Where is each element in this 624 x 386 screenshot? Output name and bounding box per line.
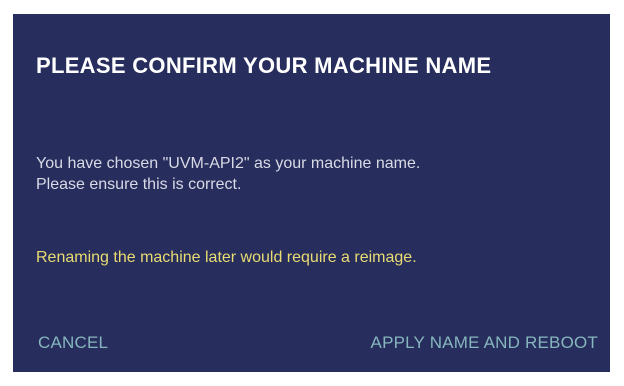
confirm-machine-name-dialog: PLEASE CONFIRM YOUR MACHINE NAME You hav…	[13, 14, 610, 372]
dialog-title: PLEASE CONFIRM YOUR MACHINE NAME	[36, 53, 492, 78]
apply-name-and-reboot-button[interactable]: APPLY NAME AND REBOOT	[371, 332, 598, 354]
message-line-1: You have chosen "UVM-API2" as your machi…	[36, 155, 421, 172]
reimage-warning: Renaming the machine later would require…	[36, 249, 417, 266]
message-line-2: Please ensure this is correct.	[36, 176, 242, 193]
dialog-message: You have chosen "UVM-API2" as your machi…	[36, 153, 596, 195]
cancel-button[interactable]: CANCEL	[38, 332, 108, 354]
